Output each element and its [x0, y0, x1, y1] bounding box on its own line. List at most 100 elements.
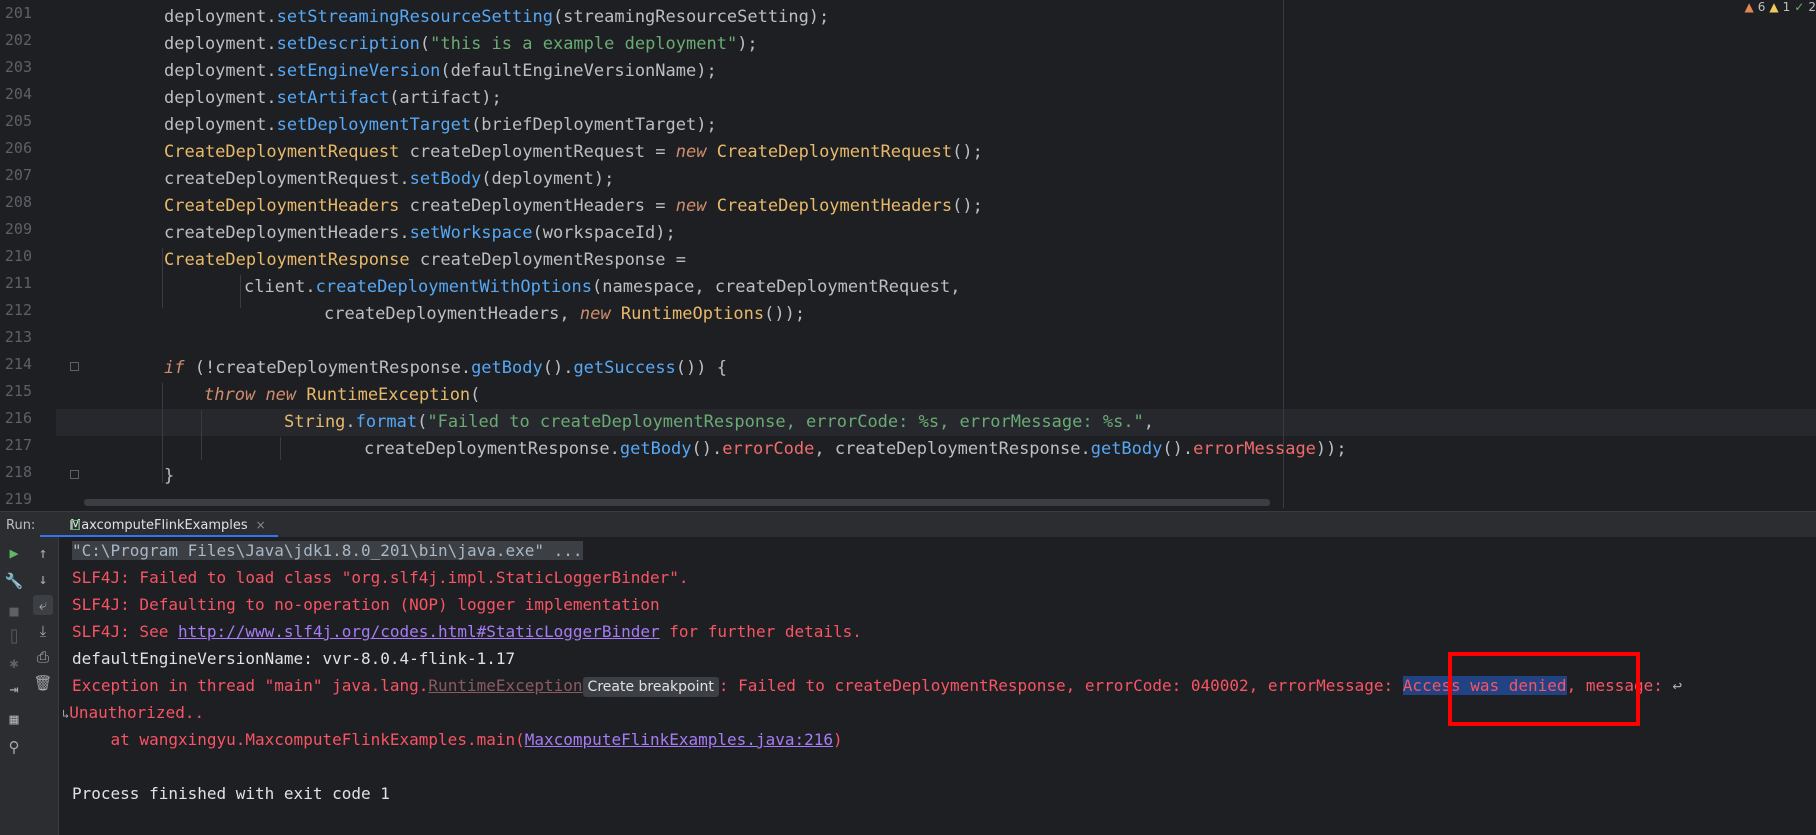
scroll-to-end-icon[interactable]: ⤓ [33, 621, 53, 641]
code-token: createDeploymentRequest = [399, 142, 676, 162]
create-breakpoint-hint[interactable]: Create breakpoint [582, 676, 719, 697]
line-number[interactable]: 209 [0, 220, 32, 238]
code-token: deployment. [164, 115, 277, 135]
line-number[interactable]: 211 [0, 274, 32, 292]
layout-icon[interactable]: ▦ [4, 709, 24, 729]
code-line[interactable]: throw new RuntimeException( [204, 382, 480, 409]
code-line[interactable]: deployment.setArtifact(artifact); [164, 85, 502, 112]
console-line-engine-version: defaultEngineVersionName: vvr-8.0.4-flin… [72, 649, 516, 668]
code-token: RuntimeOptions [620, 304, 765, 324]
fold-marker[interactable] [70, 362, 79, 371]
code-line[interactable]: CreateDeploymentHeaders createDeployment… [164, 193, 983, 220]
code-line[interactable]: deployment.setDescription("this is a exa… [164, 31, 758, 58]
indent-guide [162, 383, 163, 483]
code-token: format [355, 412, 418, 432]
camera-icon[interactable]: ⌷ [4, 627, 24, 647]
inspection-widget[interactable]: ▲ 6 ▲ 1 ✓ 2 [1745, 0, 1816, 14]
indent-guide [162, 248, 163, 308]
exit-icon[interactable]: ⇥ [4, 679, 24, 699]
code-token: (). [542, 358, 574, 378]
code-token: (namespace, createDeploymentRequest, [592, 277, 961, 297]
code-line[interactable]: String.format("Failed to createDeploymen… [284, 409, 1154, 436]
code-token: CreateDeploymentRequest [164, 142, 400, 162]
stacktrace-link[interactable]: MaxcomputeFlinkExamples.java:216 [525, 730, 833, 749]
line-number[interactable]: 216 [0, 409, 32, 427]
weak-warning-icon: ▲ [1769, 0, 1779, 14]
warning-icon: ▲ [1744, 0, 1754, 14]
line-number[interactable]: 207 [0, 166, 32, 184]
close-icon[interactable]: × [256, 518, 266, 532]
java-command[interactable]: "C:\Program Files\Java\jdk1.8.0_201\bin\… [72, 541, 583, 560]
bug-icon[interactable]: ✱ [4, 653, 24, 673]
trash-icon[interactable]: 🗑 [33, 673, 53, 693]
code-token: setDeploymentTarget [276, 115, 472, 135]
code-line[interactable]: createDeploymentHeaders.setWorkspace(wor… [164, 220, 676, 247]
wrench-icon[interactable]: 🔧 [4, 571, 24, 591]
code-line[interactable]: createDeploymentResponse.getBody().error… [364, 436, 1347, 463]
line-number[interactable]: 203 [0, 58, 32, 76]
line-number[interactable]: 215 [0, 382, 32, 400]
horizontal-scrollbar[interactable] [84, 499, 1270, 506]
stop-icon[interactable]: ■ [4, 601, 24, 621]
code-token: (). [691, 439, 723, 459]
line-number[interactable]: 210 [0, 247, 32, 265]
run-tool-window-header: Run: MaxcomputeFlinkExamples × [0, 511, 1816, 538]
code-token: setDescription [276, 34, 420, 54]
print-icon[interactable]: ⎙ [33, 647, 53, 667]
check-icon: ✓ [1794, 0, 1805, 14]
line-number[interactable]: 214 [0, 355, 32, 373]
code-line[interactable]: CreateDeploymentRequest createDeployment… [164, 139, 983, 166]
code-line[interactable]: client.createDeploymentWithOptions(names… [244, 274, 960, 301]
line-number[interactable]: 218 [0, 463, 32, 481]
code-content[interactable]: deployment.setStreamingResourceSetting(s… [80, 0, 1816, 508]
line-number[interactable]: 206 [0, 139, 32, 157]
up-arrow-icon[interactable]: ↑ [33, 543, 53, 563]
code-token: ()); [764, 304, 806, 324]
console-line-cmd: "C:\Program Files\Java\jdk1.8.0_201\bin\… [72, 537, 583, 564]
code-line[interactable]: } [164, 463, 174, 490]
tab-maxcompute-flink-examples[interactable]: MaxcomputeFlinkExamples × [40, 512, 278, 538]
fold-marker[interactable] [70, 470, 79, 479]
code-token: RuntimeException [306, 385, 471, 405]
indent-guide [201, 410, 202, 460]
console-line-exit: Process finished with exit code 1 [72, 784, 390, 803]
line-number[interactable]: 219 [0, 490, 32, 508]
code-token: (); [952, 196, 983, 216]
rerun-icon[interactable]: ▶ [4, 543, 24, 563]
code-token: setWorkspace [409, 223, 533, 243]
soft-wrap-icon[interactable]: ⤶ [33, 595, 53, 615]
down-arrow-icon[interactable]: ↓ [33, 569, 53, 589]
code-line[interactable]: if (!createDeploymentResponse.getBody().… [164, 355, 727, 382]
slf4j-link[interactable]: http://www.slf4j.org/codes.html#StaticLo… [178, 622, 660, 641]
code-line[interactable]: deployment.setStreamingResourceSetting(s… [164, 4, 829, 31]
line-number[interactable]: 205 [0, 112, 32, 130]
code-token: , createDeploymentResponse. [814, 439, 1091, 459]
code-line[interactable]: createDeploymentRequest.setBody(deployme… [164, 166, 614, 193]
line-number[interactable]: 208 [0, 193, 32, 211]
console-line-exception: Exception in thread "main" java.lang.Run… [72, 676, 1683, 697]
run-left-toolbar: ▶ 🔧 ■ ⌷ ✱ ⇥ ▦ ⚲ [0, 537, 28, 835]
code-token: } [164, 466, 175, 486]
line-number[interactable]: 204 [0, 85, 32, 103]
line-number[interactable]: 213 [0, 328, 32, 346]
warning-count: 6 [1757, 0, 1766, 14]
code-token: deployment. [164, 7, 277, 27]
exception-class-link[interactable]: RuntimeException [428, 676, 582, 695]
line-number-gutter[interactable]: 201 202 203 204 205 206 207 208 209 210 211 212 213 2… [0, 0, 56, 508]
run-label: Run: [6, 518, 36, 533]
code-line[interactable]: deployment.setDeploymentTarget(briefDepl… [164, 112, 717, 139]
code-token: CreateDeploymentRequest [716, 142, 953, 162]
code-editor[interactable]: 201 202 203 204 205 206 207 208 209 210 211 212 213 2… [0, 0, 1816, 508]
code-line[interactable]: deployment.setEngineVersion(defaultEngin… [164, 58, 717, 85]
line-number[interactable]: 217 [0, 436, 32, 454]
line-number[interactable]: 212 [0, 301, 32, 319]
code-token: createDeploymentWithOptions [315, 277, 592, 297]
line-number[interactable]: 202 [0, 31, 32, 49]
pin-icon[interactable]: ⚲ [4, 737, 24, 757]
line-number[interactable]: 201 [0, 4, 32, 22]
code-token: )); [1315, 439, 1347, 459]
code-token: createDeploymentRequest. [164, 169, 410, 189]
code-line[interactable]: CreateDeploymentResponse createDeploymen… [164, 247, 686, 274]
indent-guide [280, 437, 281, 460]
code-line[interactable]: createDeploymentHeaders, new RuntimeOpti… [324, 301, 805, 328]
